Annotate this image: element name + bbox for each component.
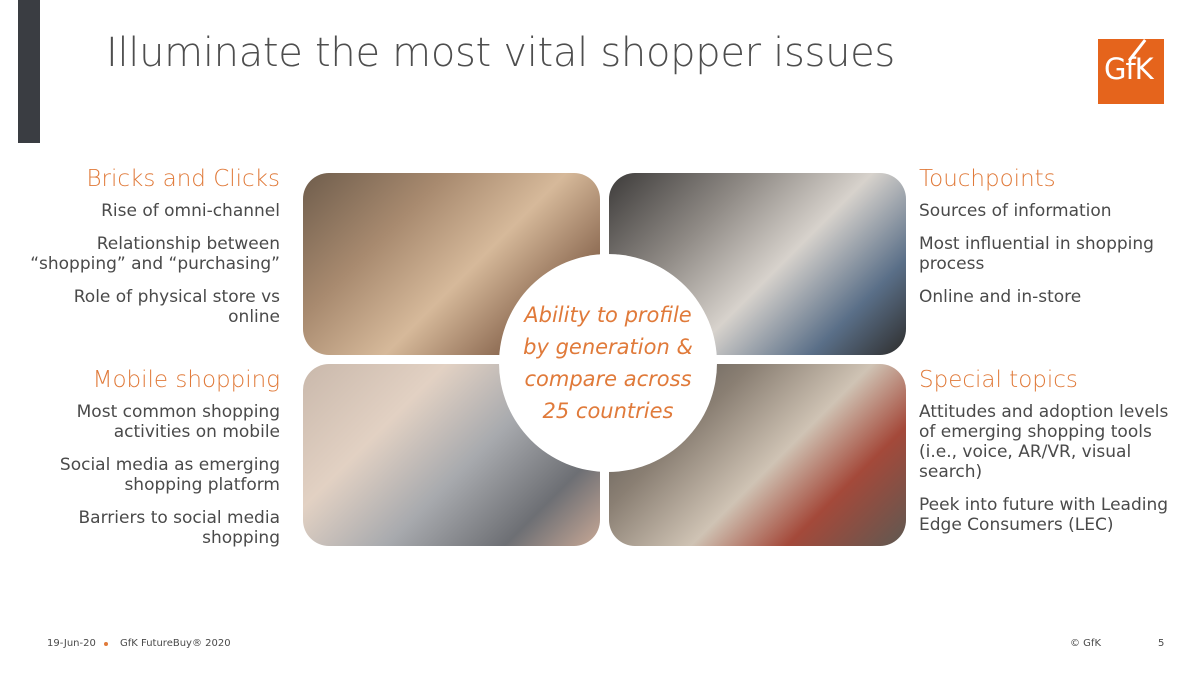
section-mobile-shopping: Mobile shopping Most common shopping act… bbox=[20, 367, 280, 561]
section-item: Rise of omni-channel bbox=[101, 201, 280, 221]
section-item: Most influential in shopping process bbox=[919, 234, 1154, 274]
section-bricks-and-clicks: Bricks and Clicks Rise of omni-channel R… bbox=[20, 166, 280, 340]
section-item: Most common shopping activities on mobil… bbox=[76, 402, 280, 442]
section-item: Attitudes and adoption levels of emergin… bbox=[919, 402, 1169, 482]
center-callout-text: Ability to profile by generation & compa… bbox=[523, 303, 693, 423]
section-item: Relationship between “shopping” and “pur… bbox=[30, 234, 280, 274]
gfk-logo: GfK bbox=[1098, 39, 1164, 104]
slide-title: Illuminate the most vital shopper issues bbox=[106, 30, 895, 76]
section-item: Online and in-store bbox=[919, 287, 1082, 307]
footer-copyright: © GfK bbox=[1070, 638, 1102, 649]
section-heading: Touchpoints bbox=[919, 166, 1056, 192]
section-item: Sources of information bbox=[919, 201, 1112, 221]
section-touchpoints: Touchpoints Sources of information Most … bbox=[919, 166, 1189, 320]
section-item: Peek into future with Leading Edge Consu… bbox=[919, 495, 1169, 535]
left-accent-bar bbox=[18, 0, 40, 143]
section-heading: Bricks and Clicks bbox=[86, 166, 280, 192]
section-item: Role of physical store vs online bbox=[73, 287, 280, 327]
footer-page-number: 5 bbox=[1158, 638, 1165, 649]
footer-report-name: GfK FutureBuy® 2020 bbox=[120, 638, 231, 649]
section-special-topics: Special topics Attitudes and adoption le… bbox=[919, 367, 1189, 548]
section-heading: Special topics bbox=[919, 367, 1078, 393]
section-item: Barriers to social media shopping bbox=[78, 508, 281, 548]
section-item: Social media as emerging shopping platfo… bbox=[59, 455, 280, 495]
center-callout-circle: Ability to profile by generation & compa… bbox=[499, 254, 717, 472]
footer-separator-dot bbox=[104, 642, 108, 646]
footer-date: 19-Jun-20 bbox=[47, 638, 96, 649]
section-heading: Mobile shopping bbox=[92, 367, 280, 393]
